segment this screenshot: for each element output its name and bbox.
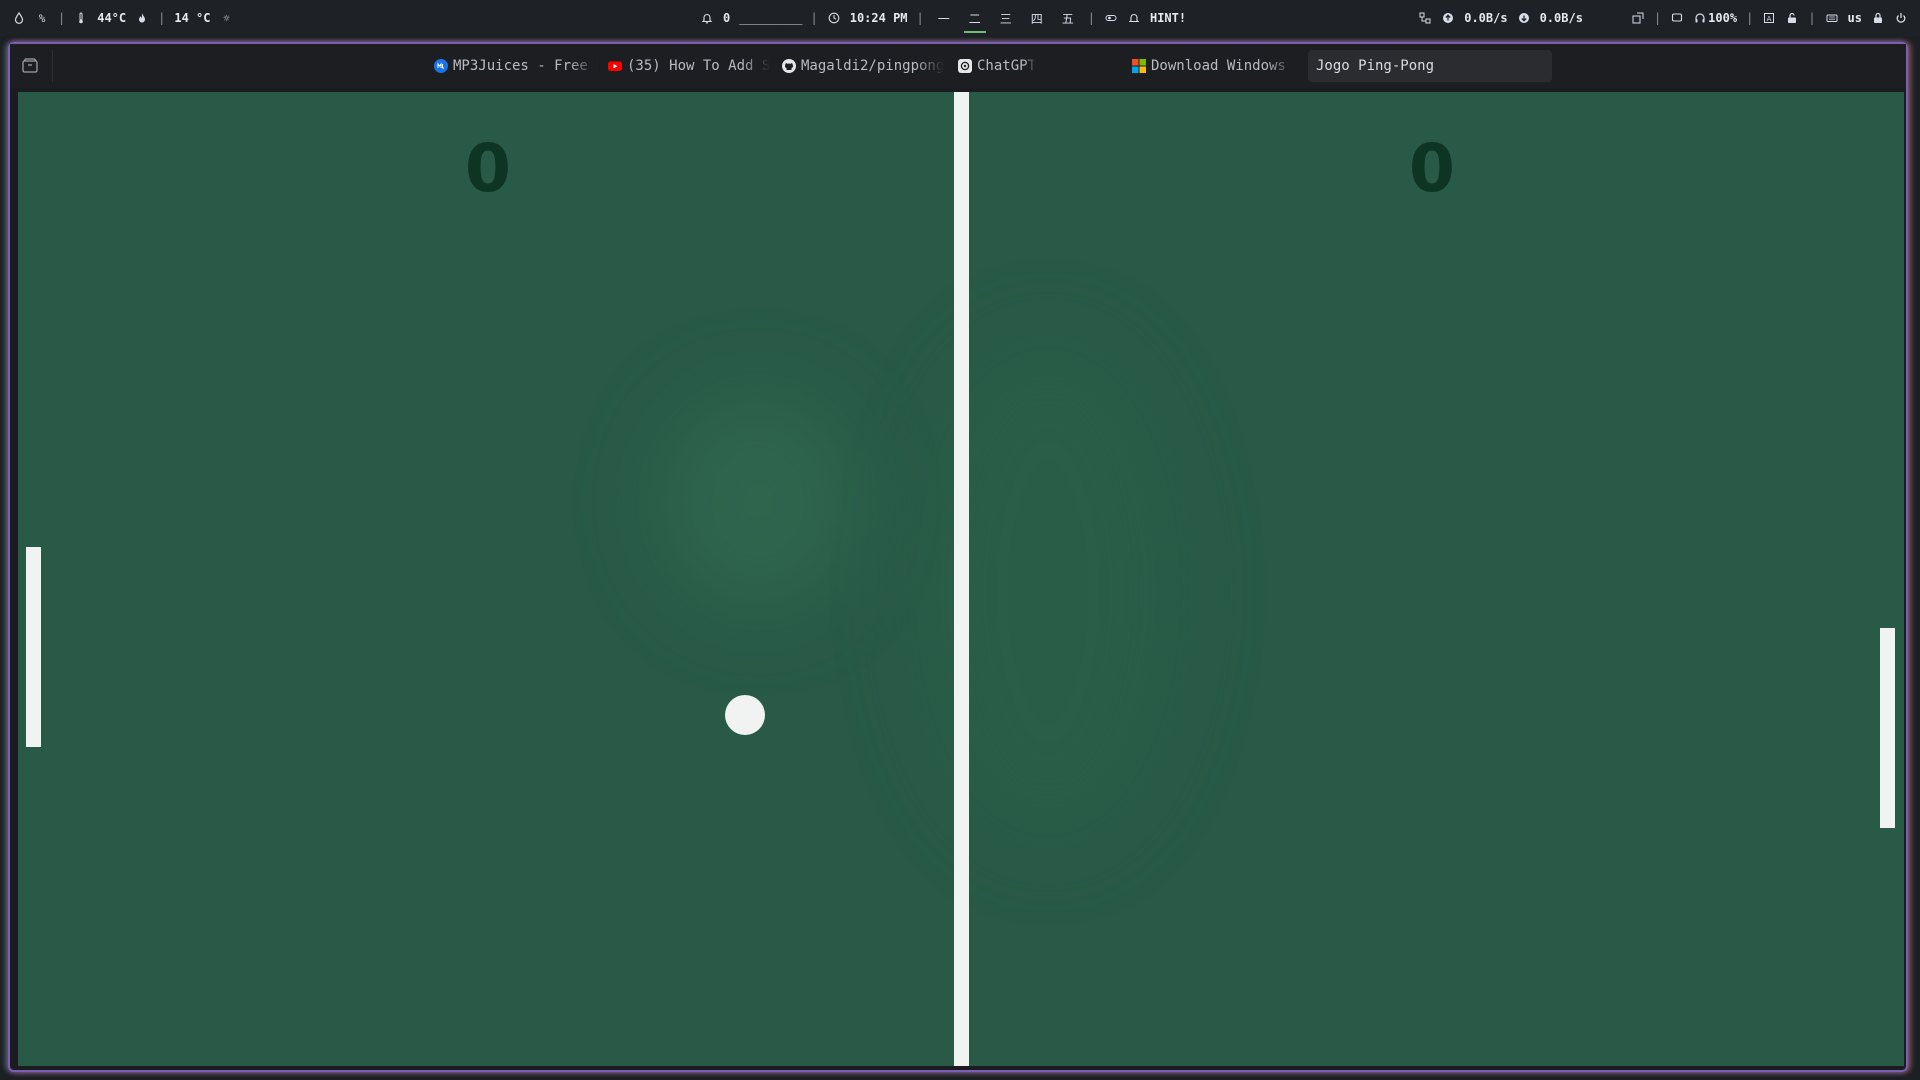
workspace-1[interactable]: 一	[933, 10, 955, 27]
download-speed: 0.0B/s	[1539, 11, 1583, 25]
left-paddle[interactable]	[26, 547, 41, 747]
power-icon[interactable]	[1894, 11, 1908, 25]
workspace-3[interactable]: 三	[995, 10, 1017, 27]
eye-toggle-icon[interactable]	[1104, 11, 1118, 25]
tab-label: MP3Juices - Free MP3 Downloader	[453, 58, 598, 74]
percent-icon[interactable]: %	[35, 11, 49, 25]
windows-icon	[1132, 59, 1146, 73]
weather-temperature: 14 °C	[174, 11, 211, 25]
ping-pong-game-canvas[interactable]: 0 0	[18, 92, 1904, 1066]
download-icon	[1517, 11, 1531, 25]
tab-windows[interactable]: Download Windows 10	[1132, 50, 1296, 82]
bell-icon[interactable]	[700, 11, 714, 25]
monitor-icon[interactable]	[1670, 11, 1684, 25]
tab-label: (35) How To Add Score	[627, 58, 770, 74]
tab-github[interactable]: Magaldi2/pingpong	[782, 50, 946, 82]
workspace-4[interactable]: 四	[1026, 10, 1048, 27]
headphones-icon[interactable]	[1693, 11, 1707, 25]
separator: |	[1746, 11, 1754, 25]
keyboard-icon	[1825, 11, 1839, 25]
drop-icon[interactable]	[12, 11, 26, 25]
background-figure-blur	[658, 392, 858, 612]
svg-text:A: A	[1767, 15, 1772, 23]
tab-youtube[interactable]: (35) How To Add Score	[608, 50, 770, 82]
youtube-icon	[608, 59, 622, 73]
separator: |	[916, 11, 924, 25]
chatgpt-icon	[958, 59, 972, 73]
upload-icon	[1441, 11, 1455, 25]
tab-label: Magaldi2/pingpong	[801, 58, 945, 74]
sun-icon: ☼	[223, 11, 230, 25]
mp3juices-icon	[434, 59, 448, 73]
center-net	[954, 92, 969, 1066]
status-bar-center: 0 __________ | 10:24 PM | 一 二 三 四 五 | HI…	[700, 0, 1186, 36]
left-score: 0	[465, 130, 511, 207]
separator: |	[158, 11, 166, 25]
tab-chatgpt[interactable]: ChatGPT	[958, 50, 1122, 82]
tab-label: Jogo Ping-Pong	[1316, 58, 1435, 74]
separator: |	[58, 11, 66, 25]
clock[interactable]: 10:24 PM	[850, 11, 908, 25]
caps-lock-icon: A	[1762, 11, 1776, 25]
tab-jogo-ping-pong[interactable]: Jogo Ping-Pong	[1308, 50, 1552, 82]
workspace-5[interactable]: 五	[1057, 10, 1079, 27]
notification-count: 0	[723, 11, 731, 25]
tab-bar: MP3Juices - Free MP3 Downloader (35) How…	[10, 44, 1906, 88]
status-bar-left: % | 44°C | 14 °C ☼	[12, 0, 234, 36]
separator: |	[1808, 11, 1816, 25]
tab-label: ChatGPT	[977, 58, 1037, 74]
unlock-icon	[1785, 11, 1799, 25]
separator: |	[1087, 11, 1095, 25]
hint-label[interactable]: HINT!	[1150, 11, 1186, 25]
right-score: 0	[1409, 130, 1455, 207]
divider	[52, 50, 53, 82]
lock-icon[interactable]	[1871, 11, 1885, 25]
upload-speed: 0.0B/s	[1464, 11, 1508, 25]
cpu-temperature: 44°C	[97, 11, 127, 25]
workspace-2[interactable]: 二	[963, 10, 986, 33]
status-bar-right: 0.0B/s 0.0B/s | 100% | A | us	[1418, 0, 1908, 36]
keyboard-layout[interactable]: us	[1848, 11, 1862, 25]
tab-mp3juices[interactable]: MP3Juices - Free MP3 Downloader	[434, 50, 598, 82]
tab-manager-icon[interactable]	[20, 56, 40, 76]
network-icon[interactable]	[1418, 11, 1432, 25]
clock-icon	[827, 11, 841, 25]
separator: |	[1653, 11, 1662, 25]
github-icon	[782, 59, 796, 73]
browser-window: MP3Juices - Free MP3 Downloader (35) How…	[8, 42, 1908, 1072]
flame-icon	[135, 11, 149, 25]
volume-level: 100%	[1708, 11, 1738, 25]
status-bar: % | 44°C | 14 °C ☼ 0 __________ | 10:24 …	[0, 0, 1920, 36]
tab-label: Download Windows 10	[1151, 58, 1296, 74]
resize-icon[interactable]	[1631, 11, 1645, 25]
right-paddle[interactable]	[1880, 628, 1895, 828]
thermometer-icon	[74, 11, 88, 25]
ball	[725, 695, 765, 735]
bell-hint-icon	[1127, 11, 1141, 25]
progress-indicator: __________	[739, 11, 802, 25]
separator: |	[810, 11, 818, 25]
